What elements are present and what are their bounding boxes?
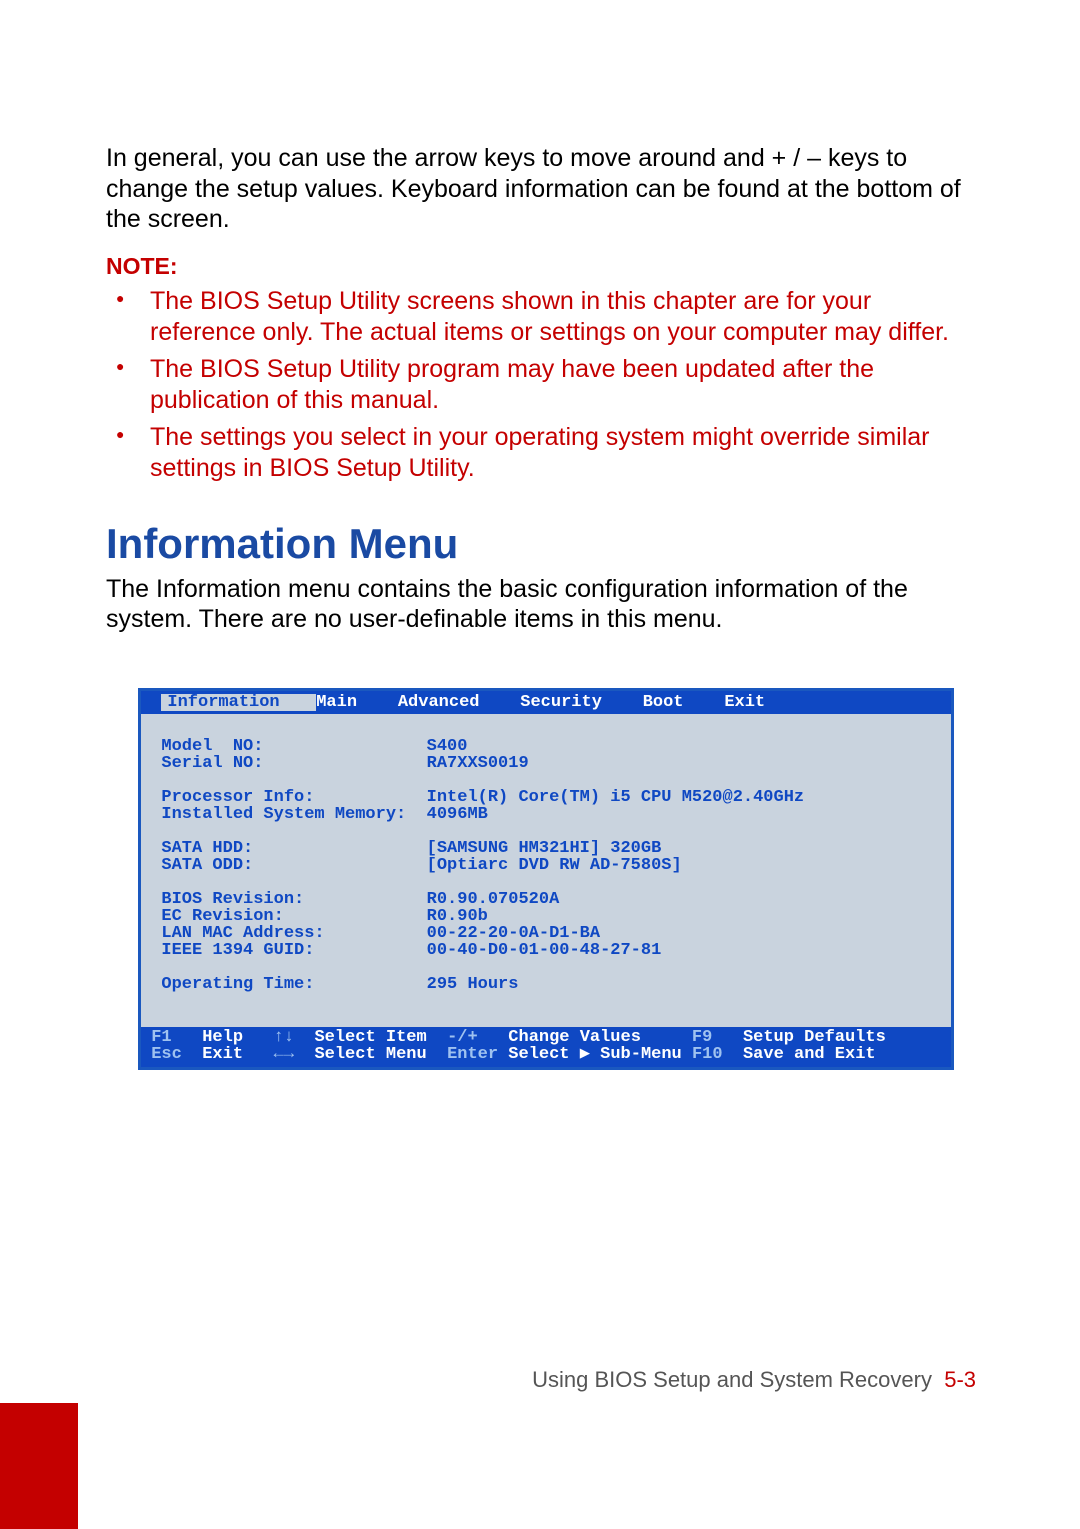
bios-tab: Boot	[643, 694, 725, 711]
page-footer: Using BIOS Setup and System Recovery 5-3	[0, 1367, 1080, 1393]
section-heading: Information Menu	[106, 520, 981, 568]
section-body: The Information menu contains the basic …	[106, 574, 981, 635]
bios-tab: Advanced	[398, 694, 520, 711]
page-edge-tab	[0, 1403, 78, 1529]
note-label: NOTE:	[106, 253, 981, 280]
note-item: The BIOS Setup Utility program may have …	[150, 354, 981, 416]
footer-title: Using BIOS Setup and System Recovery	[532, 1367, 932, 1392]
bios-tab-bar: Information Main Advanced Security Boot …	[141, 691, 951, 714]
note-item: The BIOS Setup Utility screens shown in …	[150, 286, 981, 348]
note-item: The settings you select in your operatin…	[150, 422, 981, 484]
bios-info-panel: Model NO: S400 Serial NO: RA7XXS0019 Pro…	[141, 714, 951, 1027]
bios-tab: Main	[316, 694, 398, 711]
intro-paragraph: In general, you can use the arrow keys t…	[106, 143, 981, 235]
footer-page-number: 5-3	[944, 1367, 976, 1392]
note-list: The BIOS Setup Utility screens shown in …	[106, 286, 981, 484]
bios-tab: Security	[520, 694, 642, 711]
bios-tab: Information	[161, 694, 316, 711]
bios-screenshot: Information Main Advanced Security Boot …	[138, 688, 954, 1070]
bios-tab: Exit	[724, 694, 806, 711]
bios-help-bar: F1 Help ↑↓ Select Item -/+ Change Values…	[141, 1027, 951, 1067]
